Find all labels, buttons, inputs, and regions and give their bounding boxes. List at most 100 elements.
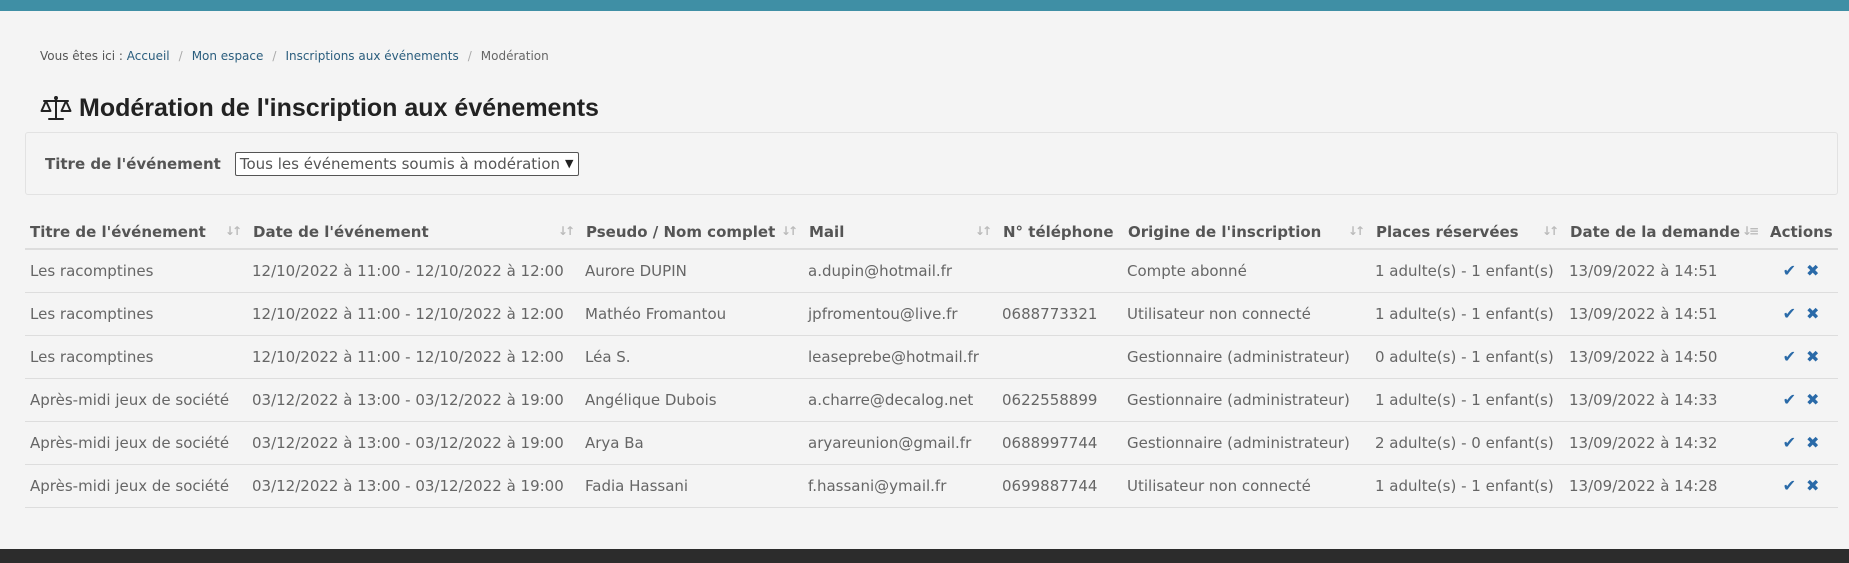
cell-places: 1 adulte(s) - 1 enfant(s)	[1370, 464, 1564, 508]
table-row: Après-midi jeux de société 03/12/2022 à …	[25, 421, 1838, 465]
cell-name: Léa S.	[580, 335, 803, 379]
page-title-text: Modération de l'inscription aux événemen…	[79, 93, 599, 122]
cell-request-date: 13/09/2022 à 14:28	[1564, 464, 1764, 508]
cell-actions: ✔ ✖	[1764, 464, 1838, 508]
reject-x-icon[interactable]: ✖	[1806, 433, 1819, 452]
breadcrumb-link-home[interactable]: Accueil	[127, 49, 170, 63]
breadcrumb-separator: /	[467, 49, 472, 63]
breadcrumb-current: Modération	[480, 49, 549, 63]
cell-origin: Compte abonné	[1122, 249, 1370, 293]
cell-phone: 0688997744	[997, 421, 1122, 465]
column-header-phone: N° téléphone	[997, 215, 1122, 250]
cell-mail: aryareunion@gmail.fr	[803, 421, 997, 465]
cell-event-date: 12/10/2022 à 11:00 - 12/10/2022 à 12:00	[247, 292, 580, 336]
cell-event-title: Les racomptines	[25, 249, 247, 293]
footer-bar	[0, 549, 1849, 563]
column-header-mail[interactable]: Mail ↓↑	[803, 215, 997, 250]
chevron-down-icon: ▼	[565, 157, 574, 170]
table-row: Les racomptines 12/10/2022 à 11:00 - 12/…	[25, 335, 1838, 379]
cell-places: 1 adulte(s) - 1 enfant(s)	[1370, 292, 1564, 336]
table-row: Les racomptines 12/10/2022 à 11:00 - 12/…	[25, 249, 1838, 293]
reject-x-icon[interactable]: ✖	[1806, 476, 1819, 495]
sort-icon[interactable]: ↓↑	[558, 224, 575, 238]
cell-mail: f.hassani@ymail.fr	[803, 464, 997, 508]
sort-icon[interactable]: ↓↑	[1348, 224, 1365, 238]
cell-request-date: 13/09/2022 à 14:51	[1564, 249, 1764, 293]
column-header-actions: Actions	[1764, 215, 1838, 250]
cell-places: 1 adulte(s) - 1 enfant(s)	[1370, 378, 1564, 422]
sort-icon[interactable]: ↓↑	[225, 224, 242, 238]
cell-places: 2 adulte(s) - 0 enfant(s)	[1370, 421, 1564, 465]
top-accent-bar	[0, 0, 1849, 11]
cell-name: Mathéo Fromantou	[580, 292, 803, 336]
events-table: Titre de l'événement ↓↑ Date de l'événeme…	[25, 215, 1838, 508]
cell-origin: Gestionnaire (administrateur)	[1122, 378, 1370, 422]
cell-event-date: 12/10/2022 à 11:00 - 12/10/2022 à 12:00	[247, 249, 580, 293]
breadcrumb: Vous êtes ici : Accueil / Mon espace / I…	[40, 49, 549, 63]
approve-check-icon[interactable]: ✔	[1783, 390, 1796, 409]
cell-actions: ✔ ✖	[1764, 378, 1838, 422]
breadcrumb-separator: /	[178, 49, 183, 63]
sort-icon[interactable]: ↓↑	[975, 224, 992, 238]
column-header-event-title[interactable]: Titre de l'événement ↓↑	[25, 215, 247, 250]
column-header-request-date[interactable]: Date de la demande ↓≡	[1564, 215, 1764, 250]
column-header-places[interactable]: Places réservées ↓↑	[1370, 215, 1564, 250]
table-header-row: Titre de l'événement ↓↑ Date de l'événeme…	[25, 215, 1838, 250]
cell-mail: jpfromentou@live.fr	[803, 292, 997, 336]
approve-check-icon[interactable]: ✔	[1783, 433, 1796, 452]
cell-event-title: Après-midi jeux de société	[25, 421, 247, 465]
sort-icon[interactable]: ↓↑	[1542, 224, 1559, 238]
cell-mail: a.dupin@hotmail.fr	[803, 249, 997, 293]
cell-event-date: 03/12/2022 à 13:00 - 03/12/2022 à 19:00	[247, 464, 580, 508]
table-row: Après-midi jeux de société 03/12/2022 à …	[25, 378, 1838, 422]
page-title: Modération de l'inscription aux événemen…	[40, 92, 599, 124]
approve-check-icon[interactable]: ✔	[1783, 476, 1796, 495]
cell-name: Aurore DUPIN	[580, 249, 803, 293]
cell-phone	[997, 335, 1122, 379]
cell-actions: ✔ ✖	[1764, 249, 1838, 293]
reject-x-icon[interactable]: ✖	[1806, 304, 1819, 323]
balance-scale-icon	[40, 95, 72, 121]
event-filter-selected-value: Tous les événements soumis à modération	[239, 154, 561, 173]
cell-event-title: Après-midi jeux de société	[25, 378, 247, 422]
reject-x-icon[interactable]: ✖	[1806, 347, 1819, 366]
column-header-event-date[interactable]: Date de l'événement ↓↑	[247, 215, 580, 250]
cell-origin: Gestionnaire (administrateur)	[1122, 421, 1370, 465]
cell-phone	[997, 249, 1122, 293]
cell-origin: Gestionnaire (administrateur)	[1122, 335, 1370, 379]
column-header-origin[interactable]: Origine de l'inscription ↓↑	[1122, 215, 1370, 250]
cell-event-title: Les racomptines	[25, 335, 247, 379]
sort-desc-icon[interactable]: ↓≡	[1742, 224, 1759, 238]
filter-panel: Titre de l'événement Tous les événements…	[25, 132, 1838, 195]
cell-phone: 0699887744	[997, 464, 1122, 508]
reject-x-icon[interactable]: ✖	[1806, 390, 1819, 409]
column-header-name[interactable]: Pseudo / Nom complet ↓↑	[580, 215, 803, 250]
reject-x-icon[interactable]: ✖	[1806, 261, 1819, 280]
cell-request-date: 13/09/2022 à 14:51	[1564, 292, 1764, 336]
event-filter-label: Titre de l'événement	[45, 154, 221, 173]
breadcrumb-prefix: Vous êtes ici :	[40, 49, 123, 63]
cell-event-date: 12/10/2022 à 11:00 - 12/10/2022 à 12:00	[247, 335, 580, 379]
cell-phone: 0622558899	[997, 378, 1122, 422]
cell-event-date: 03/12/2022 à 13:00 - 03/12/2022 à 19:00	[247, 378, 580, 422]
cell-event-title: Les racomptines	[25, 292, 247, 336]
cell-request-date: 13/09/2022 à 14:32	[1564, 421, 1764, 465]
cell-request-date: 13/09/2022 à 14:50	[1564, 335, 1764, 379]
breadcrumb-link-my-space[interactable]: Mon espace	[192, 49, 264, 63]
cell-event-date: 03/12/2022 à 13:00 - 03/12/2022 à 19:00	[247, 421, 580, 465]
cell-origin: Utilisateur non connecté	[1122, 292, 1370, 336]
cell-phone: 0688773321	[997, 292, 1122, 336]
cell-actions: ✔ ✖	[1764, 292, 1838, 336]
breadcrumb-separator: /	[272, 49, 277, 63]
approve-check-icon[interactable]: ✔	[1783, 261, 1796, 280]
cell-places: 1 adulte(s) - 1 enfant(s)	[1370, 249, 1564, 293]
cell-name: Arya Ba	[580, 421, 803, 465]
cell-places: 0 adulte(s) - 1 enfant(s)	[1370, 335, 1564, 379]
table-row: Les racomptines 12/10/2022 à 11:00 - 12/…	[25, 292, 1838, 336]
event-filter-select[interactable]: Tous les événements soumis à modération …	[234, 151, 579, 176]
approve-check-icon[interactable]: ✔	[1783, 347, 1796, 366]
approve-check-icon[interactable]: ✔	[1783, 304, 1796, 323]
sort-icon[interactable]: ↓↑	[781, 224, 798, 238]
cell-mail: a.charre@decalog.net	[803, 378, 997, 422]
breadcrumb-link-event-registrations[interactable]: Inscriptions aux événements	[285, 49, 458, 63]
